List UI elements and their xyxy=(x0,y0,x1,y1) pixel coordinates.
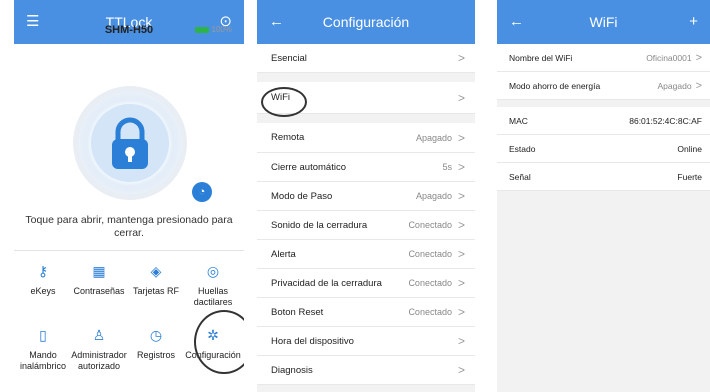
row-label: Boton Reset xyxy=(271,306,324,318)
settings-row-passage-mode[interactable]: Modo de Paso Apagado > xyxy=(257,182,475,211)
add-icon[interactable]: + xyxy=(689,12,698,32)
row-label: Señal xyxy=(509,171,531,182)
divider xyxy=(14,250,244,251)
settings-row-essential[interactable]: Esencial > xyxy=(257,44,475,73)
row-label: Diagnosis xyxy=(271,364,313,376)
row-value: Oficina0001 xyxy=(646,52,692,63)
row-label: Nombre del WiFi xyxy=(509,52,573,63)
chevron-right-icon: > xyxy=(457,130,465,145)
chevron-right-icon: > xyxy=(457,334,465,348)
grid-item-label: Tarjetas RF xyxy=(132,286,179,296)
lock-home-screen: ☰ TTLock ⊙ SHM-H50 100% ◔ Toque para abr… xyxy=(14,0,244,392)
row-value: Apagado xyxy=(415,132,452,143)
row-value: 86:01:52:4C:8C:AF xyxy=(629,115,702,126)
battery-level: 100% xyxy=(211,25,232,34)
row-label: Cierre automático xyxy=(271,161,346,173)
row-value: Fuerte xyxy=(677,171,702,182)
key-icon: ⚷ xyxy=(37,263,49,279)
admin-icon: ♙ xyxy=(92,327,106,343)
row-label: Alerta xyxy=(271,248,296,260)
wifi-info-list: Nombre del WiFi Oficina0001 > Modo ahorr… xyxy=(497,44,710,191)
settings-row-alert[interactable]: Alerta Conectado > xyxy=(257,240,475,269)
wifi-screen: ← WiFi + Nombre del WiFi Oficina0001 > M… xyxy=(497,0,710,392)
unlock-button[interactable] xyxy=(79,92,181,194)
wifi-row-mac: MAC 86:01:52:4C:8C:AF xyxy=(497,107,710,135)
battery-indicator: 100% xyxy=(194,25,232,34)
highlight-circle xyxy=(194,310,244,374)
section-gap xyxy=(497,100,710,107)
top-bar: ← WiFi + xyxy=(497,0,710,44)
chevron-right-icon: > xyxy=(695,51,702,64)
records-icon: ◷ xyxy=(149,327,163,343)
settings-row-diagnosis[interactable]: Diagnosis > xyxy=(257,356,475,385)
row-label: Esencial xyxy=(271,52,307,64)
grid-item-passcodes[interactable]: ▦ Contraseñas xyxy=(70,262,128,297)
grid-item-label: eKeys xyxy=(30,286,56,296)
remote-icon: ▯ xyxy=(39,327,47,343)
section-gap xyxy=(257,73,475,82)
row-value: Conectado xyxy=(408,220,452,230)
unlock-hint: Toque para abrir, mantenga presionado pa… xyxy=(25,214,233,239)
grid-item-rf-cards[interactable]: ◈ Tarjetas RF xyxy=(127,262,185,297)
chevron-right-icon: > xyxy=(457,51,465,65)
row-value: Conectado xyxy=(408,307,452,317)
row-value: Conectado xyxy=(408,278,452,288)
screen-title: WiFi xyxy=(589,14,618,30)
grid-item-admin[interactable]: ♙ Administrador autorizado xyxy=(70,326,128,372)
settings-row-device-time[interactable]: Hora del dispositivo > xyxy=(257,327,475,356)
grid-item-label: Administrador autorizado xyxy=(71,350,127,371)
keypad-icon: ▦ xyxy=(92,263,106,279)
battery-icon xyxy=(194,26,209,33)
row-label: Modo de Paso xyxy=(271,190,333,202)
settings-row-privacy[interactable]: Privacidad de la cerradura Conectado > xyxy=(257,269,475,298)
card-icon: ◈ xyxy=(150,263,162,279)
chevron-right-icon: > xyxy=(457,305,465,319)
grid-item-fingerprints[interactable]: ◎ Huellas dactilares xyxy=(184,262,242,308)
padlock-icon xyxy=(112,117,148,169)
chevron-right-icon: > xyxy=(457,363,465,377)
highlight-circle xyxy=(261,87,307,117)
grid-item-label: Huellas dactilares xyxy=(193,286,233,307)
settings-row-remote[interactable]: Remota Apagado > xyxy=(257,123,475,153)
settings-row-lock-sound[interactable]: Sonido de la cerradura Conectado > xyxy=(257,211,475,240)
row-label: Estado xyxy=(509,143,536,154)
row-label: Modo ahorro de energía xyxy=(509,80,601,91)
wifi-row-status: Estado Online xyxy=(497,135,710,163)
row-value: 5s xyxy=(442,162,452,172)
grid-item-label: Registros xyxy=(136,350,175,360)
grid-item-ekeys[interactable]: ⚷ eKeys xyxy=(14,262,72,297)
top-bar: ← Configuración xyxy=(257,0,475,44)
chevron-right-icon: > xyxy=(457,160,465,174)
grid-item-label: Mando inalámbrico xyxy=(19,350,67,371)
row-value: Apagado xyxy=(657,80,692,91)
screen-title: Configuración xyxy=(322,14,410,30)
row-label: Hora del dispositivo xyxy=(271,335,354,347)
chevron-right-icon: > xyxy=(457,247,465,261)
grid-item-label: Contraseñas xyxy=(73,286,125,296)
chevron-right-icon: > xyxy=(695,79,702,92)
chevron-right-icon: > xyxy=(457,218,465,232)
settings-screen: ← Configuración Esencial > WiFi > Remota… xyxy=(257,0,475,392)
top-bar: ☰ TTLock ⊙ xyxy=(14,0,244,44)
row-label: MAC xyxy=(509,115,528,126)
grid-item-records[interactable]: ◷ Registros xyxy=(127,326,185,361)
wifi-row-signal: Señal Fuerte xyxy=(497,163,710,191)
fingerprint-icon: ◎ xyxy=(206,263,220,279)
wifi-row-network-name[interactable]: Nombre del WiFi Oficina0001 > xyxy=(497,44,710,72)
chevron-right-icon: > xyxy=(457,189,465,203)
row-label: Sonido de la cerradura xyxy=(271,219,368,231)
settings-row-reset-button[interactable]: Boton Reset Conectado > xyxy=(257,298,475,327)
wifi-status-icon: ◔ xyxy=(192,182,212,202)
grid-item-remote[interactable]: ▯ Mando inalámbrico xyxy=(14,326,72,372)
wifi-row-power-saving[interactable]: Modo ahorro de energía Apagado > xyxy=(497,72,710,100)
row-value: Apagado xyxy=(415,191,452,201)
row-label: Privacidad de la cerradura xyxy=(271,277,382,289)
chevron-right-icon: > xyxy=(457,276,465,290)
settings-row-auto-lock[interactable]: Cierre automático 5s > xyxy=(257,153,475,182)
chevron-right-icon: > xyxy=(457,90,465,105)
row-label: Remota xyxy=(271,132,305,143)
row-value: Online xyxy=(677,143,702,154)
row-value: Conectado xyxy=(408,249,452,259)
